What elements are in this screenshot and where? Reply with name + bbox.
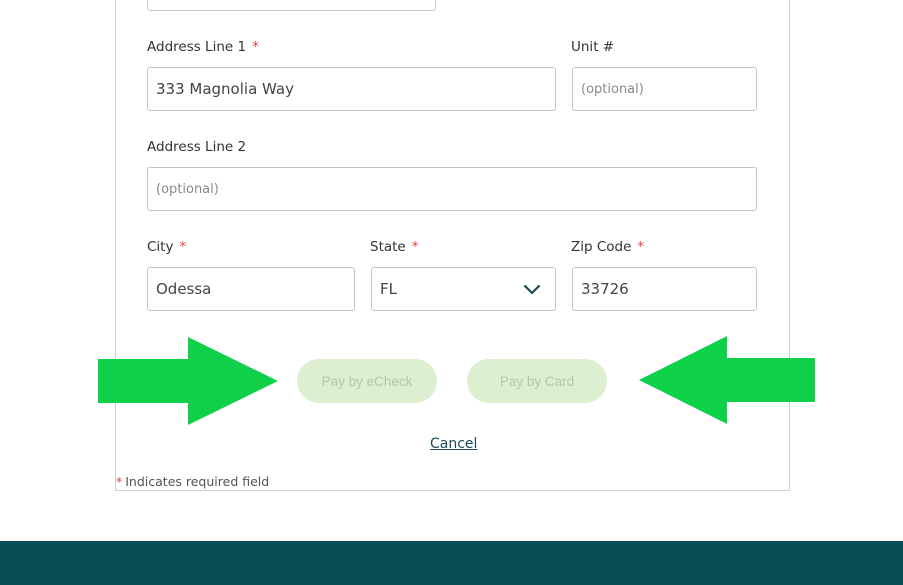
zip-label: Zip Code *: [571, 239, 644, 255]
required-mark: *: [116, 474, 123, 489]
previous-field-input[interactable]: [147, 0, 436, 11]
city-label: City *: [147, 239, 186, 255]
unit-input[interactable]: (optional): [572, 67, 757, 111]
address1-label: Address Line 1 *: [147, 39, 259, 55]
right-pointing-arrow-icon: [98, 337, 278, 425]
address2-input[interactable]: (optional): [147, 167, 757, 211]
state-label-text: State: [370, 239, 406, 255]
pay-by-card-button[interactable]: Pay by Card: [467, 359, 607, 403]
unit-label: Unit #: [571, 39, 614, 55]
unit-placeholder: (optional): [581, 81, 644, 97]
payment-address-page: Address Line 1 * 333 Magnolia Way Unit # …: [0, 0, 903, 585]
left-pointing-arrow-icon: [639, 336, 815, 424]
required-mark: *: [637, 239, 645, 255]
address2-placeholder: (optional): [156, 181, 219, 197]
zip-input[interactable]: 33726: [572, 267, 757, 311]
required-field-note: * Indicates required field: [116, 474, 269, 489]
zip-value: 33726: [581, 280, 629, 298]
page-footer: [0, 541, 903, 585]
state-label: State *: [370, 239, 418, 255]
state-value: FL: [380, 280, 397, 298]
pay-by-echeck-button[interactable]: Pay by eCheck: [297, 359, 437, 403]
address2-label: Address Line 2: [147, 139, 246, 155]
address1-value: 333 Magnolia Way: [156, 80, 294, 98]
zip-label-text: Zip Code: [571, 239, 632, 255]
required-note-text: Indicates required field: [125, 474, 270, 489]
address1-label-text: Address Line 1: [147, 39, 247, 55]
required-mark: *: [411, 239, 419, 255]
state-select[interactable]: FL: [371, 267, 556, 311]
city-input[interactable]: Odessa: [147, 267, 355, 311]
chevron-down-icon: [523, 284, 541, 295]
cancel-link[interactable]: Cancel: [430, 436, 477, 452]
city-value: Odessa: [156, 280, 212, 298]
required-mark: *: [179, 239, 187, 255]
unit-label-text: Unit #: [571, 39, 615, 55]
address2-label-text: Address Line 2: [147, 139, 247, 155]
city-label-text: City: [147, 239, 174, 255]
address1-input[interactable]: 333 Magnolia Way: [147, 67, 556, 111]
required-mark: *: [252, 39, 259, 55]
